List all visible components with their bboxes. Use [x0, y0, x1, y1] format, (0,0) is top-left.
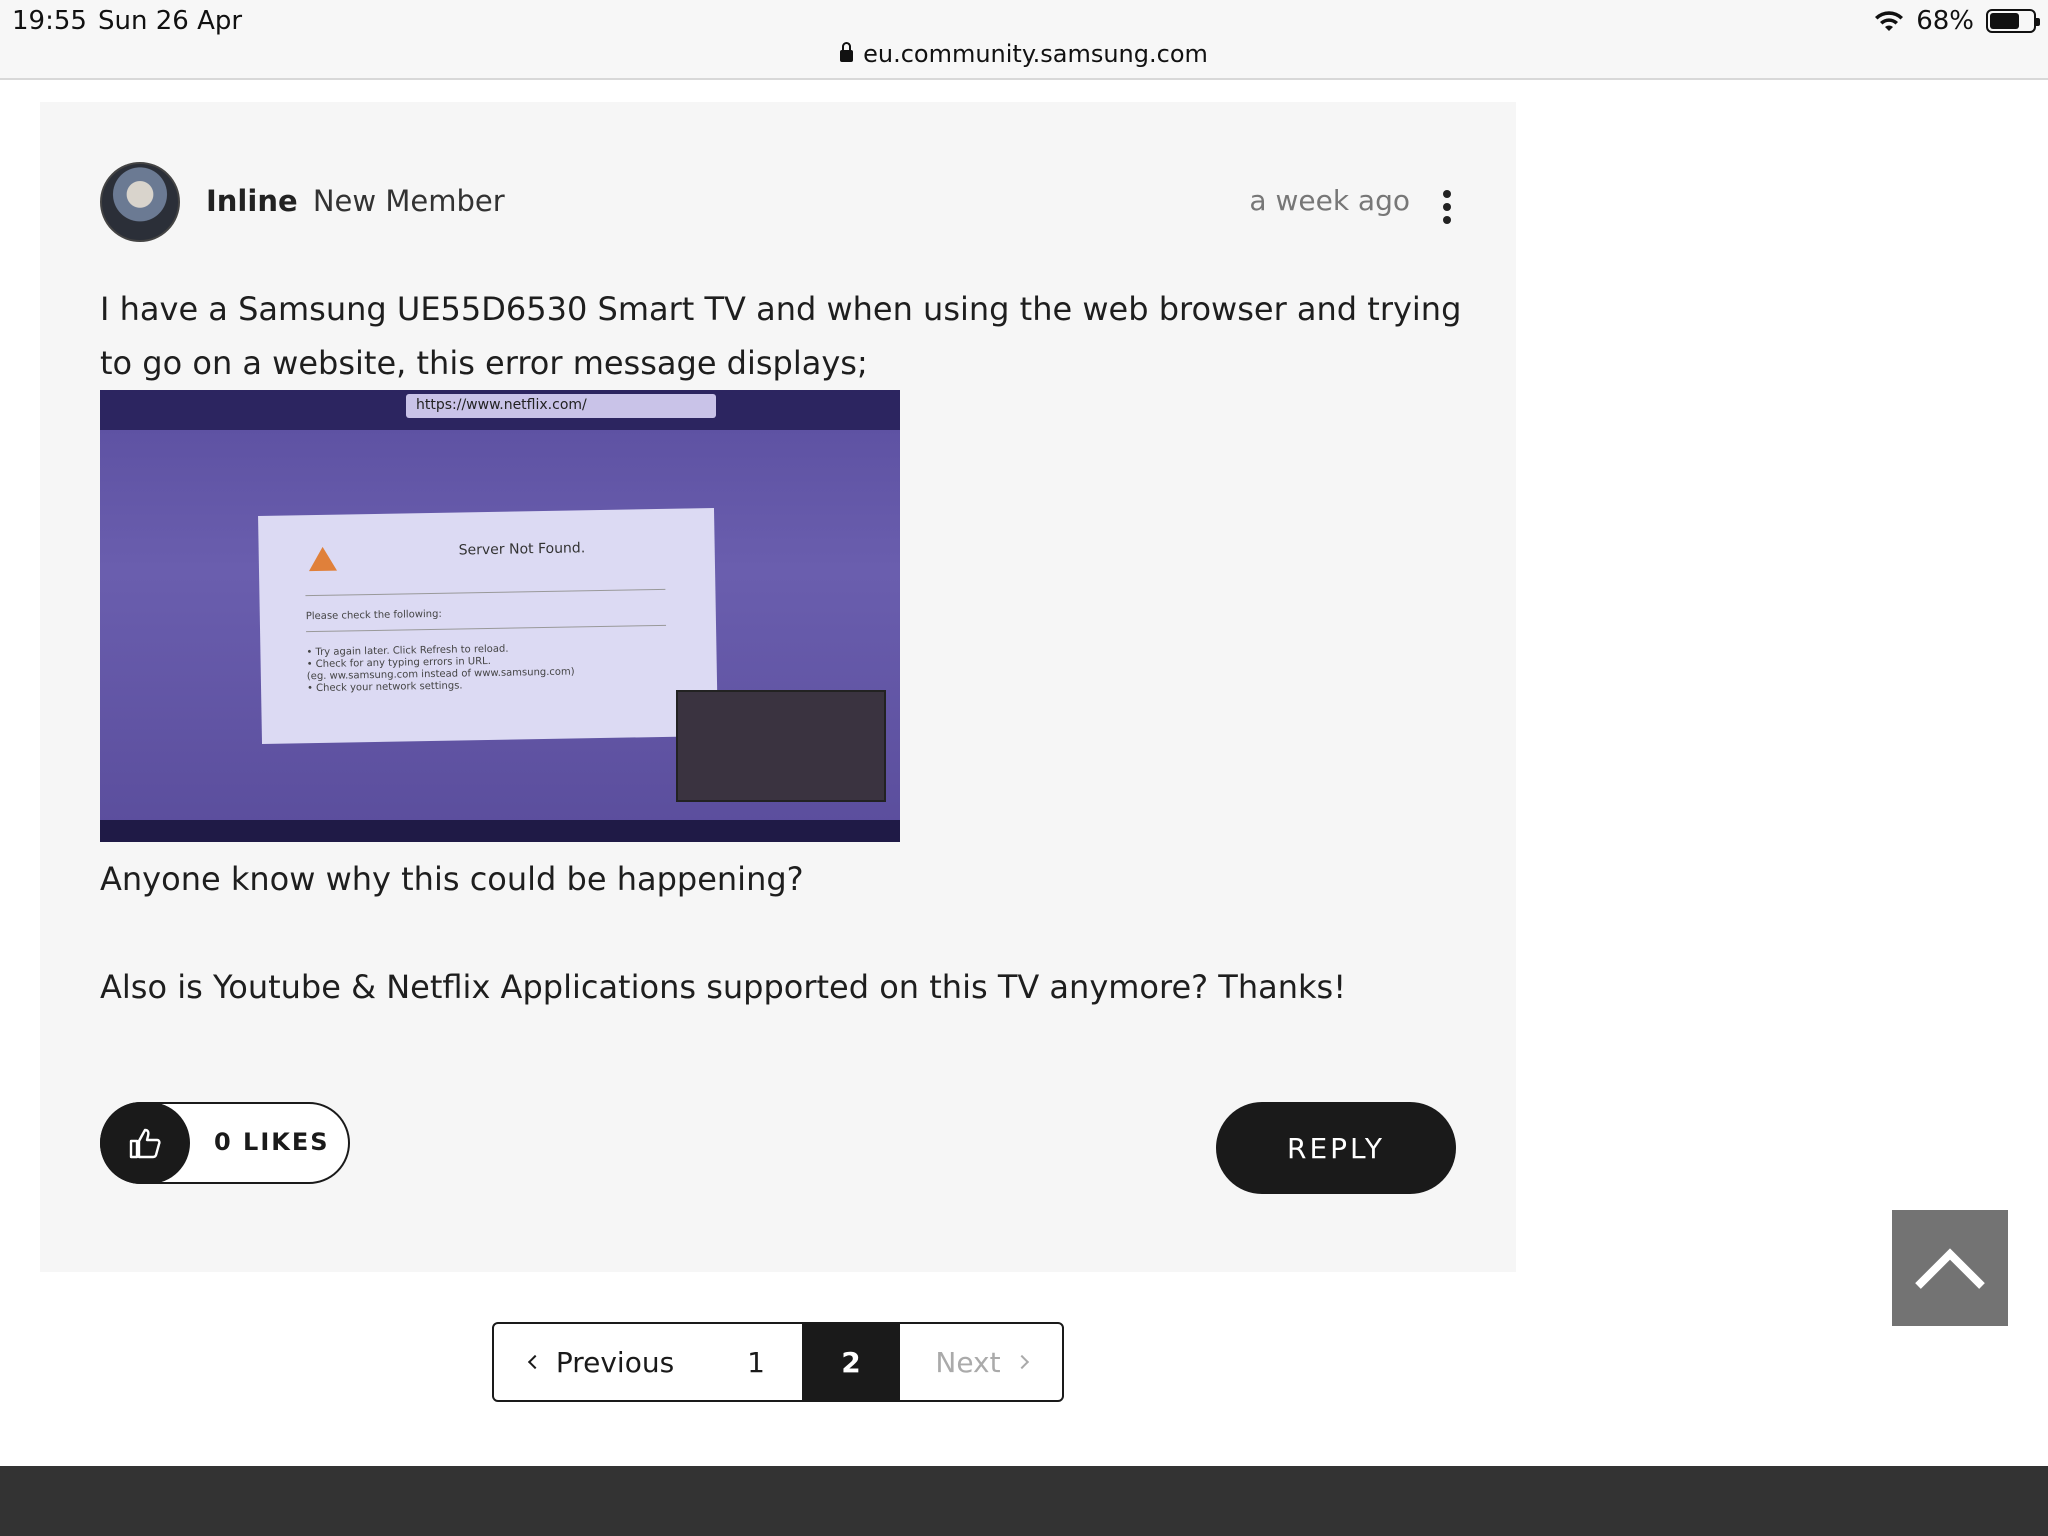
author-name[interactable]: Inline: [206, 184, 298, 218]
more-vertical-icon[interactable]: [1442, 190, 1452, 224]
warning-icon: [308, 546, 338, 572]
browser-status-bar: 19:55 Sun 26 Apr 68% eu.community.samsun…: [0, 0, 2048, 80]
tv-footer-bar: [100, 820, 900, 842]
next-label: Next: [935, 1345, 1001, 1379]
post-followup-text: Also is Youtube & Netflix Applications s…: [100, 968, 1347, 1006]
likes-count: 0 LIKES: [214, 1128, 330, 1156]
previous-page-button[interactable]: Previous: [494, 1324, 710, 1400]
site-footer: [0, 1466, 2048, 1536]
tv-error-title: Server Not Found.: [458, 540, 586, 559]
status-date: Sun 26 Apr: [98, 6, 243, 36]
tv-url-field: https://www.netflix.com/: [406, 394, 716, 418]
post-body-text: I have a Samsung UE55D6530 Smart TV and …: [100, 290, 1462, 382]
battery-percent: 68%: [1916, 6, 1974, 36]
post-timestamp: a week ago: [1249, 184, 1410, 217]
pagination: Previous 1 2 Next: [492, 1322, 1064, 1402]
page-1-button[interactable]: 1: [710, 1324, 802, 1400]
avatar[interactable]: [100, 162, 180, 242]
url-text: eu.community.samsung.com: [863, 40, 1208, 68]
post-question-text: Anyone know why this could be happening?: [100, 860, 804, 898]
forum-post: Inline New Member a week ago I have a Sa…: [40, 102, 1516, 1272]
battery-icon: [1986, 9, 2040, 33]
tv-picture-in-picture: [676, 690, 886, 802]
chevron-up-icon: [1915, 1248, 1985, 1289]
lock-icon: [840, 42, 854, 62]
chevron-left-icon: [527, 1354, 542, 1370]
tv-error-bullet: • Check your network settings.: [306, 680, 463, 695]
back-to-top-button[interactable]: [1892, 1210, 2008, 1326]
previous-label: Previous: [555, 1345, 675, 1379]
post-image[interactable]: https://www.netflix.com/ Server Not Foun…: [100, 390, 900, 842]
like-button[interactable]: 0 LIKES: [100, 1102, 350, 1184]
page-2-button[interactable]: 2: [802, 1324, 900, 1400]
tv-error-dialog: Server Not Found. Please check the follo…: [258, 508, 718, 744]
tv-error-subtitle: Please check the following:: [305, 608, 442, 623]
author-rank: New Member: [312, 184, 505, 218]
status-indicators: 68%: [1874, 6, 2040, 36]
address-bar[interactable]: eu.community.samsung.com: [0, 40, 2048, 68]
thumbs-up-icon: [100, 1102, 190, 1184]
post-author: Inline New Member: [206, 184, 505, 218]
wifi-icon: [1875, 11, 1904, 31]
chevron-right-icon: [1014, 1354, 1029, 1370]
status-time: 19:55: [12, 6, 87, 36]
reply-button[interactable]: REPLY: [1216, 1102, 1456, 1194]
next-page-button[interactable]: Next: [900, 1324, 1062, 1400]
tv-browser-toolbar: https://www.netflix.com/: [100, 390, 900, 430]
